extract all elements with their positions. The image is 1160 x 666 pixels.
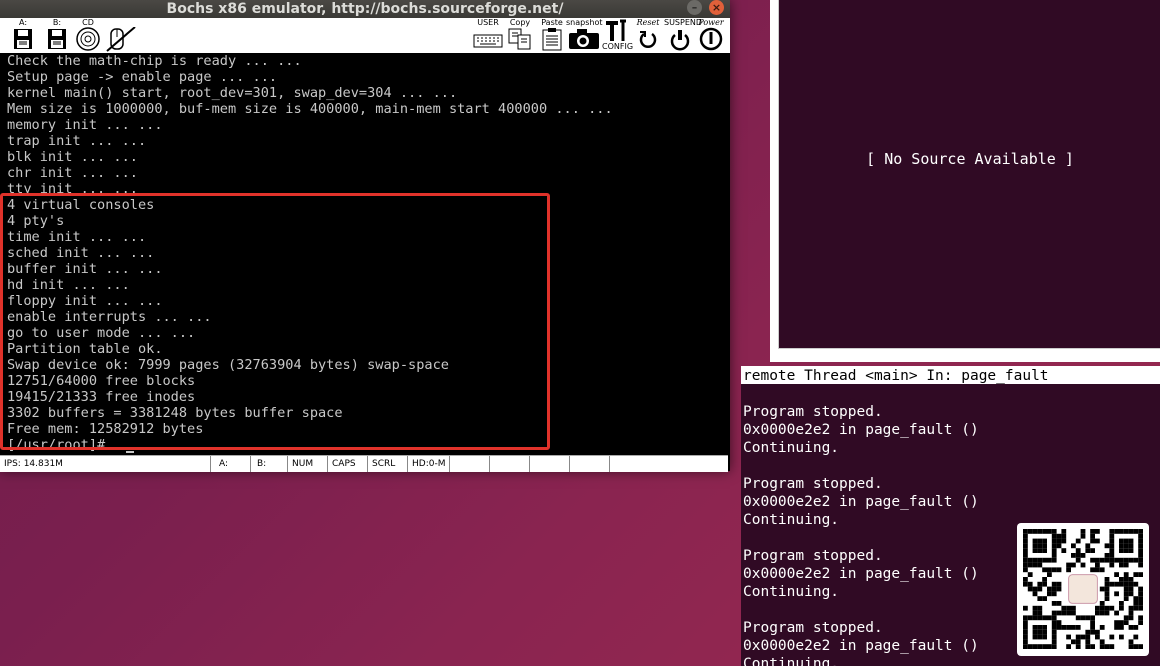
copy-label: Copy — [509, 18, 531, 27]
console-line: memory init ... ... — [7, 117, 163, 133]
paste-label: Paste — [541, 18, 563, 27]
hd-indicator: HD:0-M — [407, 456, 449, 472]
floppy-icon — [48, 29, 66, 49]
no-source-message: [ No Source Available ] — [866, 150, 1074, 168]
console-line: [/usr/root]# — [7, 437, 106, 453]
copy-icon — [508, 28, 531, 50]
console-line: Check the math-chip is ready ... ... — [7, 53, 302, 69]
console-line: tty init ... ... — [7, 181, 138, 197]
qr-code-image — [1023, 529, 1143, 649]
config-label: CONFIG — [602, 42, 634, 51]
console-line: 4 pty's — [7, 213, 65, 229]
thread-status-bar: remote Thread <main> In: page_fault — [741, 366, 1160, 384]
power-button[interactable]: Power — [696, 18, 726, 53]
power-icon — [699, 27, 723, 51]
console-line: Swap device ok: 7999 pages (32763904 byt… — [7, 357, 449, 373]
floppy-icon — [14, 29, 32, 49]
console-line: 19415/21333 free inodes — [7, 389, 196, 405]
floppy-a-label: A: — [18, 18, 28, 27]
qr-code — [1017, 523, 1149, 656]
console-line: sched init ... ... — [7, 245, 155, 261]
gdb-output-line: Program stopped. — [743, 476, 883, 492]
minimize-button[interactable]: – — [687, 0, 702, 15]
bochs-window: Bochs x86 emulator, http://bochs.sourcef… — [0, 0, 730, 472]
cdrom-icon — [76, 27, 100, 51]
cdrom-label: CD — [82, 18, 94, 27]
console-line: Mem size is 1000000, buf-mem size is 400… — [7, 101, 613, 117]
emulator-console[interactable]: Check the math-chip is ready ... ... Setu… — [0, 53, 728, 455]
status-cell — [449, 456, 489, 472]
console-line: blk init ... ... — [7, 149, 138, 165]
floppy-a-button[interactable]: A: — [10, 18, 36, 53]
snapshot-button[interactable]: snapshot — [566, 18, 603, 53]
console-line: enable interrupts ... ... — [7, 309, 212, 325]
gdb-output-line: Program stopped. — [743, 404, 883, 420]
reset-label: Reset — [636, 18, 660, 27]
ips-indicator: IPS: 14.831M — [4, 459, 63, 469]
console-line: time init ... ... — [7, 229, 147, 245]
reset-icon — [639, 31, 657, 48]
gdb-output-line — [741, 457, 1160, 475]
status-cell — [609, 456, 728, 472]
caps-lock-indicator: CAPS — [327, 456, 367, 472]
floppy-a-indicator: A: — [210, 456, 250, 472]
source-panel: [ No Source Available ] — [770, 0, 1160, 362]
floppy-b-label: B: — [52, 18, 62, 27]
console-line: 4 virtual consoles — [7, 197, 155, 213]
floppy-b-indicator: B: — [250, 456, 287, 472]
snapshot-label: snapshot — [566, 18, 603, 27]
console-line: Setup page -> enable page ... ... — [7, 69, 278, 85]
console-line: hd init ... ... — [7, 277, 130, 293]
console-line: kernel main() start, root_dev=301, swap_… — [7, 85, 458, 101]
console-line: trap init ... ... — [7, 133, 147, 149]
keyboard-icon — [473, 34, 503, 48]
reset-button[interactable]: Reset — [633, 18, 663, 53]
source-view[interactable]: [ No Source Available ] — [778, 0, 1160, 349]
paste-button[interactable]: Paste — [538, 18, 566, 53]
console-line: chr init ... ... — [7, 165, 138, 181]
suspend-icon — [670, 30, 690, 51]
status-bar: IPS: 14.831M A: B: NUM CAPS SCRL HD:0-M — [0, 455, 728, 472]
window-title: Bochs x86 emulator, http://bochs.sourcef… — [166, 1, 564, 17]
user-button[interactable]: USER — [472, 18, 504, 53]
clipboard-icon — [542, 28, 562, 51]
mouse-disabled-button[interactable] — [104, 18, 138, 53]
toolbar: A: B: CD USER Copy Paste snapshot CONFIG… — [0, 18, 730, 53]
console-line: 12751/64000 free blocks — [7, 373, 196, 389]
copy-button[interactable]: Copy — [506, 18, 534, 53]
scroll-lock-indicator: SCRL — [367, 456, 407, 472]
cdrom-button[interactable]: CD — [74, 18, 102, 53]
console-line: Partition table ok. — [7, 341, 163, 357]
suspend-button[interactable]: SUSPEND — [664, 18, 703, 53]
tools-icon — [606, 19, 626, 41]
console-line: 3302 buffers = 3381248 bytes buffer spac… — [7, 405, 343, 421]
num-lock-indicator: NUM — [287, 456, 327, 472]
floppy-b-button[interactable]: B: — [44, 18, 70, 53]
status-cell — [529, 456, 569, 472]
mouse-disabled-icon — [106, 27, 136, 52]
close-button[interactable]: × — [709, 0, 724, 15]
gdb-output-line: 0x0000e2e2 in page_fault () — [743, 422, 979, 438]
text-cursor — [126, 451, 134, 453]
suspend-label: SUSPEND — [664, 18, 703, 27]
status-cell — [569, 456, 609, 472]
status-cell — [489, 456, 529, 472]
user-label: USER — [477, 18, 499, 27]
gdb-output-line: Continuing. — [743, 656, 840, 666]
config-button[interactable]: CONFIG — [602, 18, 634, 53]
gdb-output-line: Continuing. — [743, 440, 840, 456]
console-line: buffer init ... ... — [7, 261, 163, 277]
power-label: Power — [698, 18, 724, 27]
console-line: floppy init ... ... — [7, 293, 163, 309]
gdb-output-line: 0x0000e2e2 in page_fault () — [743, 494, 979, 510]
camera-icon — [569, 29, 599, 49]
console-line: Free mem: 12582912 bytes — [7, 421, 204, 437]
console-line: go to user mode ... ... — [7, 325, 196, 341]
window-title-bar[interactable]: Bochs x86 emulator, http://bochs.sourcef… — [0, 0, 730, 18]
